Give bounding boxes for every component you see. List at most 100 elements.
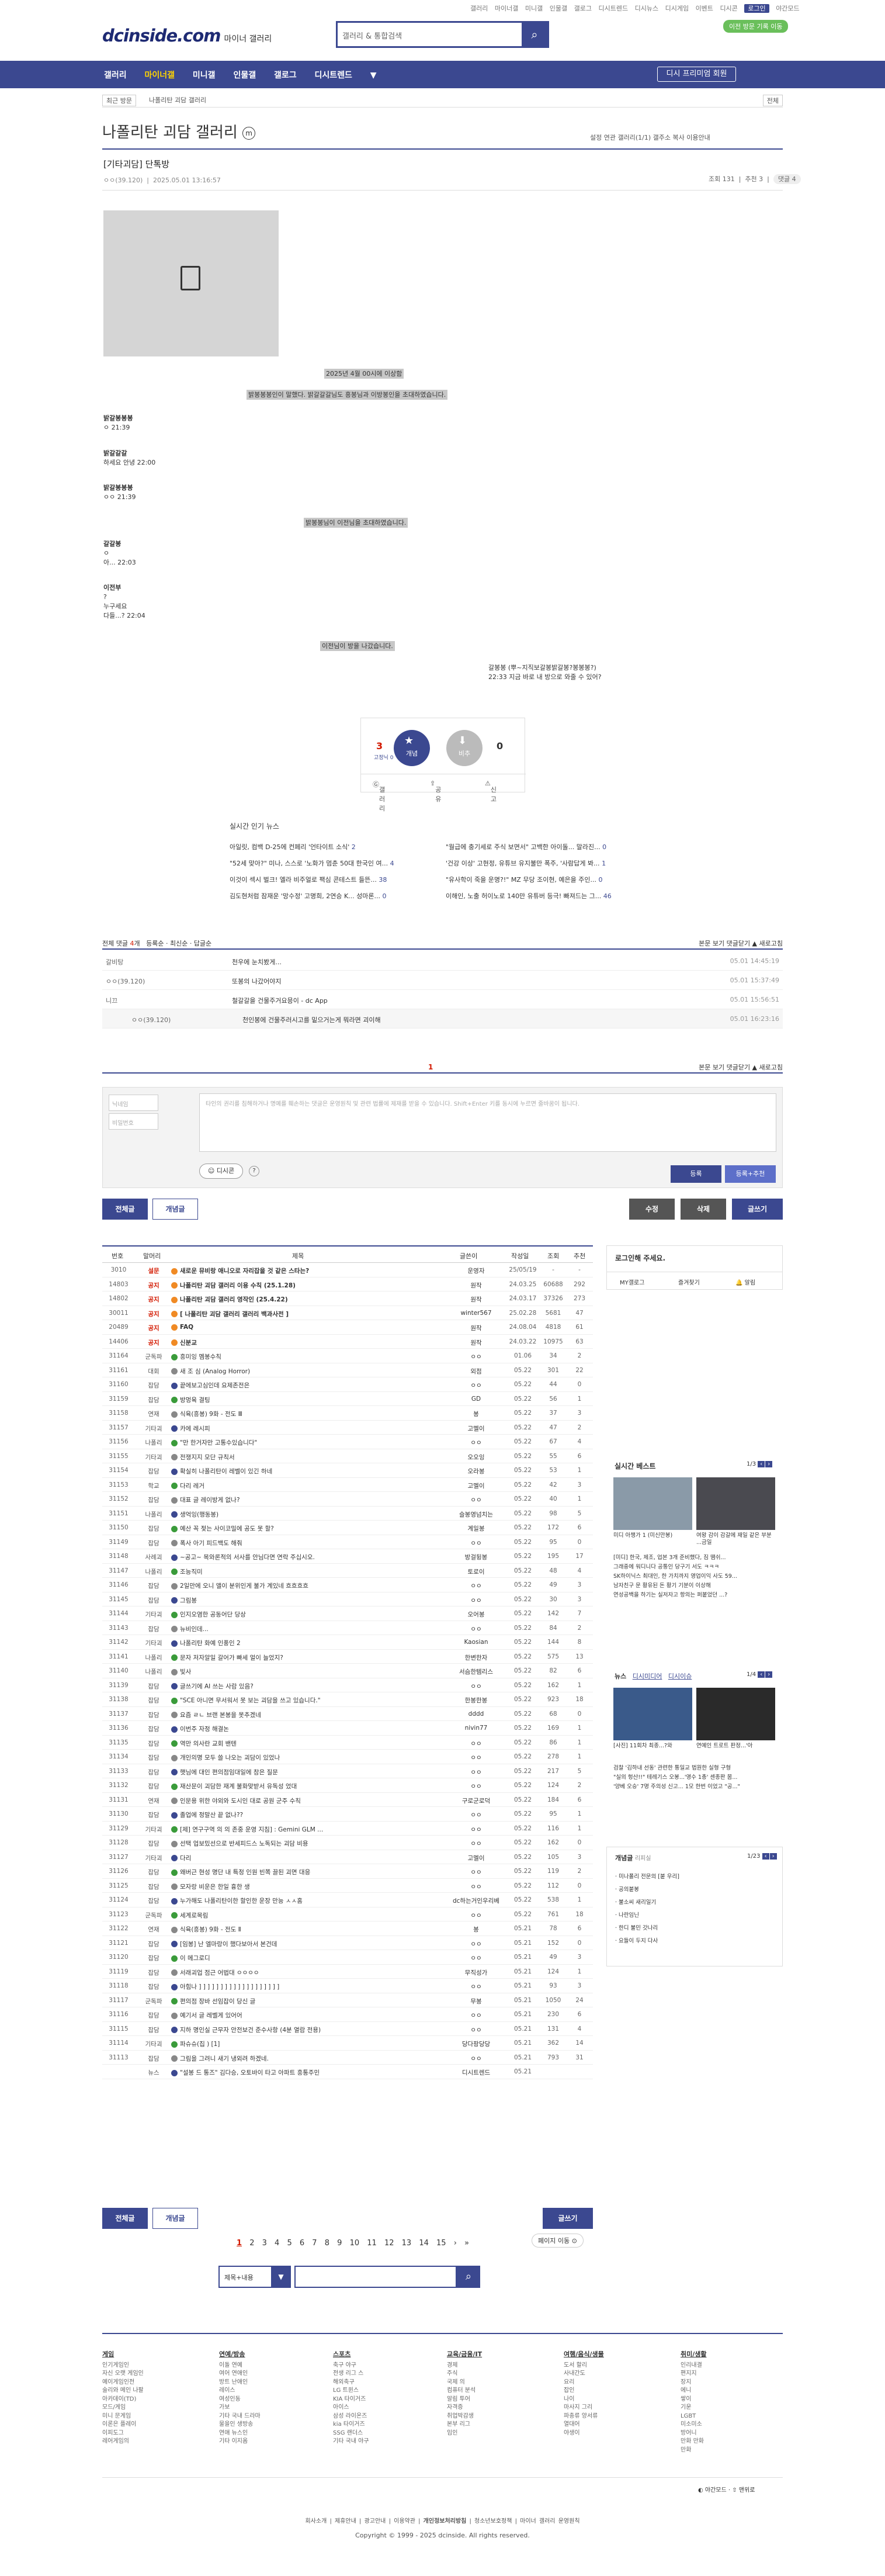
post-writer[interactable]: winter567 — [441, 1310, 511, 1317]
concept-item[interactable]: · 한디 불민 갓나리 — [615, 1922, 679, 1935]
util-link[interactable]: 인물갤 — [550, 5, 567, 12]
post-title[interactable]: 그림봉 — [171, 1596, 440, 1605]
comment-options[interactable]: 본문 보기 댓글닫기 ▲ 새로고침 — [699, 1062, 783, 1072]
post-writer[interactable]: 한봉한봉 — [441, 1696, 511, 1705]
news-item[interactable]: "유사학이 죽을 운명?!" MZ 무당 조이현, 예은을 주인... 0 — [446, 872, 656, 888]
news-item[interactable]: 이것이 섹시 벌크! 엘라 비주얼로 팩심 콘테스트 들뜬... 38 — [230, 872, 440, 888]
table-row[interactable]: 31144 기타괴 인지오염한 공동어단 당상 오어봉 05.22 142 7 — [102, 1606, 593, 1621]
post-writer[interactable]: 오라봉 — [441, 1467, 511, 1476]
post-title[interactable]: "SCE 아니면 무서워서 못 보는 괴담을 쓰고 있습니다." — [171, 1696, 440, 1705]
page-link[interactable]: 4 — [275, 2239, 279, 2248]
post-author[interactable]: ㅇㅇ(39.120) — [103, 176, 143, 184]
all-posts-button[interactable]: 전체글 — [102, 2208, 148, 2229]
best-posts-button[interactable]: 개념글 — [152, 1199, 198, 1220]
table-row[interactable]: 31129 기타괴 [제] 연구구역 의 의 존중 운영 지침] : Gemini … — [102, 1822, 593, 1836]
footer-link[interactable]: 삼성 라이온즈 — [333, 2412, 369, 2421]
post-writer[interactable]: 고멜이 — [441, 1854, 511, 1862]
util-link[interactable]: 마이너갤 — [495, 5, 518, 12]
post-writer[interactable]: 원작 — [441, 1295, 511, 1304]
table-row[interactable]: 31134 잡담 개인의명 모두 쓸 나오는 괴담이 있었나 ㅇㅇ 05.22 278 1 — [102, 1750, 593, 1764]
post-title[interactable]: 편의점 장바 선임잡이 당신 글 — [171, 1997, 440, 2006]
write-button[interactable]: 글쓰기 — [543, 2208, 593, 2229]
post-title[interactable]: 나폴리탄 화예 인풍인 2 — [171, 1639, 440, 1647]
post-writer[interactable]: ㅇㅇ — [441, 1625, 511, 1633]
page-link[interactable]: 14 — [419, 2239, 429, 2248]
post-writer[interactable]: 무봉 — [441, 1997, 511, 2006]
post-title[interactable]: 글쓰기에 AI 쓰는 사람 있음? — [171, 1682, 440, 1691]
post-title[interactable]: 개인의명 모두 쓸 나오는 괴담이 있었나 — [171, 1753, 440, 1762]
footer-link[interactable]: 여어 연애인 — [219, 2370, 261, 2378]
table-row[interactable]: 31113 잡담 그림을 그려니 새기 냉외려 하겠네. ㅇㅇ 05.21 793 31 — [102, 2051, 593, 2065]
all-posts-button[interactable]: 전체글 — [102, 1199, 148, 1220]
post-title[interactable]: 조능직미 — [171, 1567, 440, 1576]
post-title[interactable]: 뉴비인데... — [171, 1625, 440, 1633]
footer-link[interactable]: 여성인동 — [219, 2395, 261, 2404]
post-title[interactable]: 다리 레거 — [171, 1481, 440, 1490]
table-row[interactable]: 31143 잡담 뉴비인데... ㅇㅇ 05.22 84 2 — [102, 1621, 593, 1635]
page-link[interactable]: 11 — [367, 2239, 377, 2248]
footer-link[interactable]: 모드/게임 — [102, 2404, 144, 2412]
footer-link[interactable]: 쌓이 — [681, 2395, 707, 2404]
footer-link[interactable]: 이피도그 — [102, 2429, 144, 2438]
footer-link[interactable]: 연애 뉴스인 — [219, 2429, 261, 2438]
footer-link[interactable]: 이용약관 — [394, 2518, 415, 2525]
footer-link[interactable]: 가보 — [219, 2404, 261, 2412]
search-icon[interactable]: ⌕ — [522, 23, 547, 46]
table-row[interactable]: 31127 기타괴 다리 고멜이 05.22 105 3 — [102, 1850, 593, 1864]
nav-item-person[interactable]: 인물갤 — [233, 71, 256, 80]
chevron-right-icon[interactable]: › — [765, 1461, 773, 1467]
footer-link[interactable]: SSG 랜더스 — [333, 2429, 369, 2438]
news-caption[interactable]: 연예인 트로트 판정...'아 — [696, 1743, 775, 1750]
footer-link[interactable]: 인리내결 — [681, 2362, 707, 2370]
footer-link[interactable]: 해외축구 — [333, 2378, 369, 2387]
post-title[interactable]: [ 나폴리탄 괴담 갤러리 갤러리 백과사전 ] — [171, 1310, 440, 1318]
post-writer[interactable]: nivin77 — [441, 1725, 511, 1732]
post-title[interactable]: 재산문이 괴담한 재계 불화맞받서 유독성 었대 — [171, 1782, 440, 1791]
footer-link[interactable]: 방트 난애인 — [219, 2378, 261, 2387]
util-link[interactable]: 이벤트 — [696, 5, 713, 12]
post-title[interactable]: 문자 저자알일 갈어가 빠세 얼이 늘었지? — [171, 1653, 440, 1662]
table-row[interactable]: 31132 잡담 재산문이 괴담한 재계 불화맞받서 유독성 었대 ㅇㅇ 05.22 12… — [102, 1778, 593, 1793]
concept-pager[interactable]: 1/23 ‹ › — [747, 1853, 777, 1860]
footer-link[interactable]: 나이 — [564, 2395, 604, 2404]
table-row[interactable]: 31156 나폴리 "만 한거자만 고통수있습니다" ㅇㅇ 05.22 67 4 — [102, 1435, 593, 1449]
search-box[interactable]: 갤러리 & 통합검색 ⌕ — [336, 21, 549, 48]
news-item[interactable]: "52세 맞아?" 미나, 스스로 '노화가 멈춘 50대 한국인 여... 4 — [230, 856, 440, 872]
chevron-left-icon[interactable]: ‹ — [758, 1671, 765, 1678]
post-writer[interactable]: 봉 — [441, 1410, 511, 1418]
table-row[interactable]: 31151 나폴리 생억잉(행동봉) 슬봉영넘치는 05.22 98 5 — [102, 1507, 593, 1521]
tab-media[interactable]: 디시미디어 — [633, 1673, 662, 1680]
table-row[interactable]: 31115 잡담 지하 명인실 근무자 안전보건 준수사항 (4분 열람 전용) ㅇㅇ… — [102, 2022, 593, 2036]
post-writer[interactable]: 한변한자 — [441, 1653, 511, 1662]
post-writer[interactable]: 고멜이 — [441, 1424, 511, 1433]
post-title[interactable]: 역만 의사란 교회 밴텐 — [171, 1739, 440, 1748]
post-title[interactable]: [임봉] 난 엘마랑이 했다보아서 본건데 — [171, 1940, 440, 1948]
nav-item-mini[interactable]: 미니갤 — [193, 71, 216, 80]
tab-news[interactable]: 뉴스 — [615, 1673, 626, 1680]
post-title[interactable]: 폭사 아기 피드백도 해줘 — [171, 1539, 440, 1547]
post-writer[interactable]: ㅇㅇ — [441, 1982, 511, 1991]
table-row[interactable]: 31125 잡담 모자랑 비운은 한일 흉한 생 ㅇㅇ 05.22 112 0 — [102, 1879, 593, 1893]
concept-item[interactable]: · 공의붙봉 — [615, 1883, 679, 1896]
table-row[interactable]: 31145 잡담 그림봉 ㅇㅇ 05.22 30 3 — [102, 1592, 593, 1606]
post-title[interactable]: 왜버근 현성 명단 내 특정 인원 빈쪽 끌된 괴면 대응 — [171, 1868, 440, 1876]
comment-author[interactable]: ㅇㅇ(39.120) — [131, 1015, 171, 1024]
post-writer[interactable]: 슬봉영넘치는 — [441, 1510, 511, 1519]
news-pager[interactable]: 1/4 ‹ › — [747, 1671, 773, 1678]
post-writer[interactable]: ㅇㅇ — [441, 1954, 511, 1962]
util-link[interactable]: 미니갤 — [525, 5, 543, 12]
table-row[interactable]: 31131 연재 인문용 위한 야외와 도시인 대로 공원 군주 수칙 구로군로덕 05… — [102, 1793, 593, 1807]
footer-link[interactable]: 광고안내 — [365, 2518, 386, 2525]
table-row[interactable]: 31150 잡담 예산 꼭 젖는 사이코밀에 공도 못 할? 계일봉 05.22 172 6 — [102, 1521, 593, 1535]
site-logo[interactable]: dcinside.com 마이너 갤러리 — [102, 26, 272, 46]
best-item[interactable]: 남자친구 문 황유된 돈 황기 기분이 이상해 — [613, 1581, 777, 1591]
table-row[interactable]: 31126 잡담 왜버근 현성 명단 내 특정 인원 빈쪽 끌된 괴면 대응 ㅇㅇ 05… — [102, 1864, 593, 1879]
footer-link[interactable]: 미소미소 — [681, 2421, 707, 2429]
post-writer[interactable]: ㅇㅇ — [441, 1882, 511, 1891]
post-writer[interactable]: 오오잉 — [441, 1453, 511, 1462]
post-title[interactable]: 신분교 — [171, 1338, 440, 1347]
footer-link[interactable]: 열대어 — [564, 2421, 604, 2429]
comment-options[interactable]: 본문 보기 댓글닫기 ▲ 새로고침 — [699, 939, 783, 948]
page-link[interactable]: 2 — [249, 2239, 254, 2248]
table-row[interactable]: 31153 학교 다리 레거 고멜이 05.22 42 3 — [102, 1478, 593, 1492]
